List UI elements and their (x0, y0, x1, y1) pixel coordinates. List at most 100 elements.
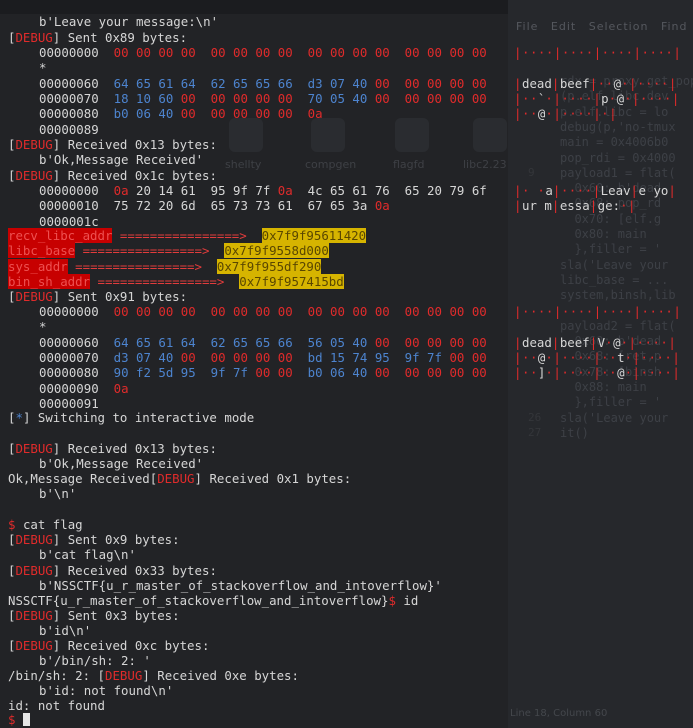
debug-line: [DEBUG] Received 0x33 bytes: (8, 563, 217, 578)
hexdump-offset: * (39, 319, 47, 335)
output-line: b'Leave your message:\n' (39, 14, 219, 29)
hex-byte: 64 (113, 334, 129, 350)
text-cursor[interactable] (22, 713, 30, 726)
hex-byte: b0 (307, 365, 323, 381)
hexdump-ascii: |····|····|····|····| (514, 304, 682, 319)
hex-byte: 20 (427, 183, 442, 198)
output-line: b'cat flag\n' (39, 547, 136, 562)
hexdump-offset: 00000080 (39, 106, 99, 122)
hex-byte: 00 (233, 349, 248, 365)
hex-byte: 00 (255, 349, 271, 365)
hexdump-offset: 00000091 (39, 395, 99, 411)
hex-byte: 05 (330, 90, 345, 106)
leak-value: 0x7f9f95611420 (261, 228, 367, 243)
hexdump-row: * (8, 60, 46, 75)
hexdump-row: 00000000 00 00 00 00 00 00 00 00 00 00 0… (8, 304, 681, 319)
hex-byte: 00 (449, 365, 465, 381)
hex-byte: 00 (136, 304, 151, 319)
hexdump-offset: 00000060 (39, 334, 99, 350)
hex-byte: 65 (233, 334, 248, 350)
leak-label: bin_sh_addr (8, 273, 91, 289)
output-line: /bin/sh: 2: [DEBUG] Received 0xe bytes: (8, 668, 299, 683)
leak-line: sys_addr ================> 0x7f9f955df29… (8, 258, 322, 274)
hex-byte: 9f (233, 183, 248, 198)
output-line: b'Ok,Message Received' (39, 152, 204, 167)
hex-byte: 00 (113, 45, 129, 60)
hex-byte: 61 (180, 183, 196, 198)
hex-byte: 61 (277, 198, 293, 214)
hex-byte: 64 (113, 75, 129, 91)
hex-byte: 65 (404, 183, 420, 198)
hex-byte: 00 (180, 106, 196, 122)
hexdump-row: * (8, 319, 46, 334)
hex-byte: 00 (404, 75, 420, 91)
leak-line: bin_sh_addr ================> 0x7f9f9574… (8, 273, 344, 289)
hex-byte: 00 (255, 106, 271, 122)
hex-byte: 0a (113, 183, 129, 198)
hex-byte: 00 (277, 106, 293, 122)
leak-line: recv_libc_addr ================> 0x7f9f9… (8, 228, 367, 243)
hex-byte: 66 (277, 75, 293, 91)
hex-byte: 66 (277, 334, 293, 350)
hex-byte: 00 (233, 304, 248, 319)
hexdump-offset: 00000000 (39, 45, 99, 60)
hex-byte: 67 (307, 198, 323, 214)
hex-byte: 00 (449, 45, 465, 60)
hex-byte: 00 (277, 304, 293, 319)
command-line[interactable]: $ (8, 712, 30, 727)
hex-byte: 62 (210, 75, 226, 91)
hex-byte: 90 (113, 365, 129, 381)
hexdump-row: 00000060 64 65 61 64 62 65 65 66 d3 07 4… (8, 75, 676, 91)
terminal-output[interactable]: b'Leave your message:\n' [DEBUG] Sent 0x… (0, 0, 693, 728)
hex-byte: 00 (449, 304, 465, 319)
hex-byte: 40 (352, 365, 368, 381)
hexdump-ascii: |ur m|essa|ge:·| (514, 198, 636, 214)
hexdump-row: 00000080 b0 06 40 00 00 00 00 00 0a |··@·… (8, 106, 617, 122)
hex-byte: 65 (255, 75, 271, 91)
hex-byte: 6d (180, 198, 196, 214)
hex-byte: 00 (374, 75, 390, 91)
hex-byte: 5d (158, 365, 174, 381)
hex-byte: 06 (330, 365, 345, 381)
hex-byte: 61 (352, 183, 368, 198)
hexdump-offset: 00000070 (39, 90, 99, 106)
hex-byte: 00 (374, 365, 390, 381)
hex-byte: 40 (158, 349, 174, 365)
hex-byte: 00 (471, 75, 487, 91)
hex-byte: 73 (233, 198, 248, 214)
hex-byte: 00 (404, 304, 420, 319)
hex-byte: 00 (307, 45, 323, 60)
command-line: $ cat flag (8, 517, 83, 532)
hex-byte: 00 (233, 90, 248, 106)
hex-byte: 18 (113, 90, 129, 106)
hexdump-ascii: |····|····|····|····| (514, 45, 682, 60)
hexdump-ascii: |dead|beef|V·@·|····| (514, 334, 677, 350)
hexdump-row: 00000089 (8, 122, 99, 137)
hex-byte: 00 (427, 304, 442, 319)
leak-value: 0x7f9f957415bd (239, 273, 344, 289)
flag-bytes-line: b'NSSCTF{u_r_master_of_stackoverflow_and… (39, 578, 442, 593)
hex-byte: 00 (255, 90, 271, 106)
hex-byte: 00 (277, 365, 293, 381)
hex-byte: 00 (374, 45, 390, 60)
leak-arrow: ================> (112, 228, 262, 243)
hexdump-row: 00000090 0a (8, 381, 129, 396)
hexdump-row: 00000070 18 10 60 00 00 00 00 00 70 05 4… (8, 90, 679, 106)
hex-byte: d3 (307, 75, 323, 91)
output-line: b'Ok,Message Received' (39, 456, 204, 471)
hex-byte: 07 (330, 75, 345, 91)
hex-byte: 00 (255, 45, 271, 60)
hex-byte: 00 (471, 90, 487, 106)
hex-byte: 00 (330, 45, 345, 60)
output-line: id: not found (8, 698, 105, 713)
hex-byte: 00 (233, 45, 248, 60)
leak-value: 0x7f9f955df290 (216, 258, 322, 274)
hex-byte: 15 (330, 349, 345, 365)
hexdump-offset: 00000010 (39, 198, 99, 214)
hexdump-ascii: |··`·|····|p·@·|····| (514, 90, 680, 106)
hex-byte: 62 (210, 334, 226, 350)
hex-byte: 00 (374, 304, 390, 319)
hexdump-offset: 00000070 (39, 349, 99, 365)
hex-byte: 00 (374, 90, 390, 106)
hex-byte: 00 (449, 334, 465, 350)
